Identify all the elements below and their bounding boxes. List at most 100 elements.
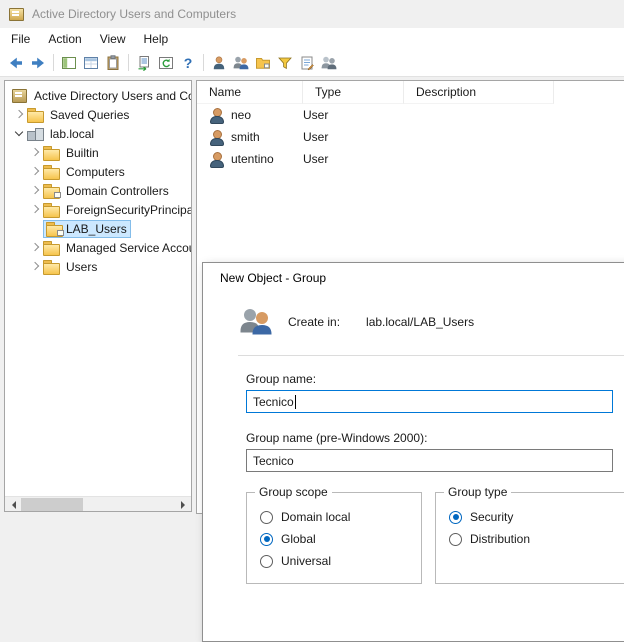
new-group-icon[interactable] bbox=[230, 52, 252, 74]
column-header-name[interactable]: Name bbox=[197, 81, 303, 104]
radio-button[interactable] bbox=[260, 511, 273, 524]
radio-label: Global bbox=[281, 532, 316, 546]
chevron-collapsed-icon[interactable] bbox=[27, 183, 43, 199]
radio-security[interactable]: Security bbox=[449, 510, 624, 524]
folder-icon bbox=[43, 146, 59, 159]
tree-item-lab-local[interactable]: lab.local bbox=[5, 124, 191, 143]
tree-item-label: Domain Controllers bbox=[64, 183, 171, 199]
chevron-collapsed-icon[interactable] bbox=[27, 259, 43, 275]
radio-button[interactable] bbox=[260, 555, 273, 568]
menu-help[interactable]: Help bbox=[135, 30, 178, 48]
tree-item-root[interactable]: Active Directory Users and Com bbox=[5, 86, 191, 105]
directory-root-icon bbox=[11, 89, 27, 102]
delegate-icon[interactable] bbox=[318, 52, 340, 74]
radio-button[interactable] bbox=[449, 533, 462, 546]
folder-icon bbox=[43, 203, 59, 216]
tree-item-managed-service-accounts[interactable]: Managed Service Accoun bbox=[5, 238, 191, 257]
scrollbar-thumb[interactable] bbox=[21, 498, 83, 511]
ou-folder-icon bbox=[43, 184, 59, 197]
tree-item-label: Managed Service Accoun bbox=[64, 240, 192, 256]
back-icon[interactable] bbox=[5, 52, 27, 74]
table-row[interactable]: utentino User bbox=[197, 148, 624, 170]
set-filter-icon[interactable] bbox=[274, 52, 296, 74]
text-caret bbox=[295, 395, 296, 409]
tree-item-label: ForeignSecurityPrincipals bbox=[64, 202, 192, 218]
tree-item-label: lab.local bbox=[48, 126, 96, 142]
properties-icon[interactable] bbox=[102, 52, 124, 74]
radio-button[interactable] bbox=[260, 533, 273, 546]
tree-item-computers[interactable]: Computers bbox=[5, 162, 191, 181]
user-name: neo bbox=[231, 108, 303, 122]
scroll-left-arrow-icon[interactable] bbox=[5, 498, 21, 511]
user-type: User bbox=[303, 108, 404, 122]
window-title: Active Directory Users and Computers bbox=[32, 7, 236, 21]
user-name: smith bbox=[231, 130, 303, 144]
radio-label: Universal bbox=[281, 554, 331, 568]
menu-bar: File Action View Help bbox=[0, 28, 624, 49]
find-icon[interactable] bbox=[296, 52, 318, 74]
new-ou-icon[interactable] bbox=[252, 52, 274, 74]
table-row[interactable]: smith User bbox=[197, 126, 624, 148]
new-user-icon[interactable] bbox=[208, 52, 230, 74]
radio-button[interactable] bbox=[449, 511, 462, 524]
aduc-app-icon bbox=[8, 6, 24, 22]
chevron-collapsed-icon[interactable] bbox=[11, 107, 27, 123]
chevron-collapsed-icon[interactable] bbox=[27, 240, 43, 256]
chevron-expanded-icon[interactable] bbox=[11, 126, 27, 142]
tree-item-label: Users bbox=[64, 259, 99, 275]
show-console-tree-icon[interactable] bbox=[58, 52, 80, 74]
group-name-input[interactable]: Tecnico bbox=[246, 390, 613, 413]
toolbar-separator bbox=[128, 54, 129, 71]
table-row[interactable]: neo User bbox=[197, 104, 624, 126]
export-list-icon[interactable] bbox=[133, 52, 155, 74]
title-bar: Active Directory Users and Computers bbox=[0, 0, 624, 28]
tree-item-foreignsecurityprincipals[interactable]: ForeignSecurityPrincipals bbox=[5, 200, 191, 219]
radio-global[interactable]: Global bbox=[260, 532, 421, 546]
user-type: User bbox=[303, 152, 404, 166]
pre2000-value: Tecnico bbox=[253, 454, 294, 468]
forward-icon[interactable] bbox=[27, 52, 49, 74]
group-scope-box: Group scope Domain local Global Universa… bbox=[246, 492, 422, 584]
tree-item-label: Active Directory Users and Com bbox=[32, 88, 192, 104]
chevron-collapsed-icon[interactable] bbox=[27, 202, 43, 218]
radio-universal[interactable]: Universal bbox=[260, 554, 421, 568]
console-main-area: Active Directory Users and Com Saved Que… bbox=[0, 77, 624, 512]
toolbar: ? bbox=[0, 49, 624, 77]
tree-item-label: Saved Queries bbox=[48, 107, 131, 123]
dialog-title: New Object - Group bbox=[220, 271, 326, 285]
refresh-icon[interactable] bbox=[155, 52, 177, 74]
pre2000-label: Group name (pre-Windows 2000): bbox=[246, 431, 613, 445]
dialog-separator bbox=[238, 355, 624, 356]
tree-item-domain-controllers[interactable]: Domain Controllers bbox=[5, 181, 191, 200]
user-icon bbox=[209, 152, 225, 167]
dialog-title-bar[interactable]: New Object - Group bbox=[203, 263, 624, 293]
radio-distribution[interactable]: Distribution bbox=[449, 532, 624, 546]
chevron-collapsed-icon[interactable] bbox=[27, 145, 43, 161]
group-type-title: Group type bbox=[444, 485, 511, 499]
list-view-icon[interactable] bbox=[80, 52, 102, 74]
radio-domain-local[interactable]: Domain local bbox=[260, 510, 421, 524]
toolbar-separator bbox=[203, 54, 204, 71]
tree-item-saved-queries[interactable]: Saved Queries bbox=[5, 105, 191, 124]
group-name-value: Tecnico bbox=[253, 395, 294, 409]
selected-tree-item[interactable]: LAB_Users bbox=[43, 220, 131, 238]
tree-item-builtin[interactable]: Builtin bbox=[5, 143, 191, 162]
pre2000-input[interactable]: Tecnico bbox=[246, 449, 613, 472]
toolbar-separator bbox=[53, 54, 54, 71]
scroll-right-arrow-icon[interactable] bbox=[175, 498, 191, 511]
create-in-label: Create in: bbox=[288, 315, 340, 329]
column-header-description[interactable]: Description bbox=[404, 81, 554, 104]
help-icon[interactable]: ? bbox=[177, 52, 199, 74]
menu-action[interactable]: Action bbox=[39, 30, 90, 48]
column-header-type[interactable]: Type bbox=[303, 81, 404, 104]
menu-view[interactable]: View bbox=[91, 30, 135, 48]
chevron-collapsed-icon[interactable] bbox=[27, 164, 43, 180]
chevron-spacer bbox=[27, 221, 43, 237]
group-name-label: Group name: bbox=[246, 372, 613, 386]
horizontal-scrollbar[interactable] bbox=[5, 496, 191, 511]
tree-item-users[interactable]: Users bbox=[5, 257, 191, 276]
menu-file[interactable]: File bbox=[2, 30, 39, 48]
list-header: Name Type Description bbox=[197, 81, 624, 104]
folder-icon bbox=[27, 108, 43, 121]
tree-item-lab-users[interactable]: LAB_Users bbox=[5, 219, 191, 238]
